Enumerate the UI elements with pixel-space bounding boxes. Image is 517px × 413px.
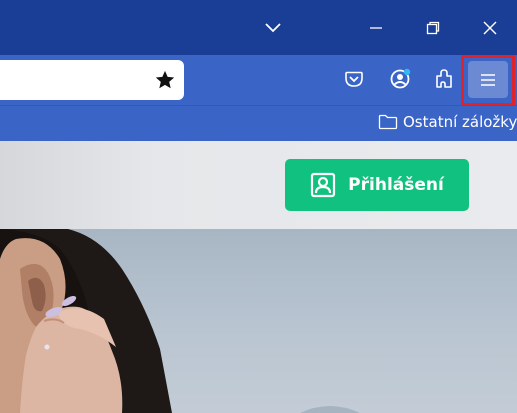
restore-icon — [426, 21, 440, 34]
extensions-icon — [436, 69, 452, 88]
minimize-icon — [370, 26, 382, 29]
restore-button[interactable] — [404, 0, 462, 55]
application-menu-button[interactable] — [468, 61, 508, 98]
bookmarks-toolbar: Ostatní záložky — [0, 105, 517, 142]
hero-image — [0, 229, 517, 413]
web-page-content: Přihlášení — [0, 141, 517, 413]
other-bookmarks-folder[interactable]: Ostatní záložky — [378, 113, 517, 131]
hamburger-menu-icon — [481, 73, 495, 86]
folder-icon — [378, 114, 398, 130]
account-button[interactable] — [383, 60, 417, 98]
pocket-button[interactable] — [337, 60, 371, 98]
account-icon — [390, 68, 411, 89]
login-label: Přihlášení — [348, 175, 444, 195]
login-button[interactable]: Přihlášení — [285, 159, 469, 211]
address-bar[interactable] — [0, 60, 184, 100]
user-icon — [311, 172, 336, 198]
site-header: Přihlášení — [0, 141, 517, 229]
other-bookmarks-label: Ostatní záložky — [403, 113, 517, 131]
close-icon — [483, 21, 497, 34]
extensions-button[interactable] — [427, 60, 461, 98]
list-all-tabs-button[interactable] — [244, 0, 302, 55]
close-button[interactable] — [461, 0, 517, 55]
star-filled-icon — [155, 70, 175, 89]
bookmark-page-button[interactable] — [154, 69, 176, 95]
window-titlebar — [0, 0, 517, 55]
minimize-button[interactable] — [347, 0, 405, 55]
woman-portrait-image — [0, 229, 360, 413]
chevron-down-icon — [265, 22, 281, 32]
pocket-icon — [345, 71, 363, 87]
